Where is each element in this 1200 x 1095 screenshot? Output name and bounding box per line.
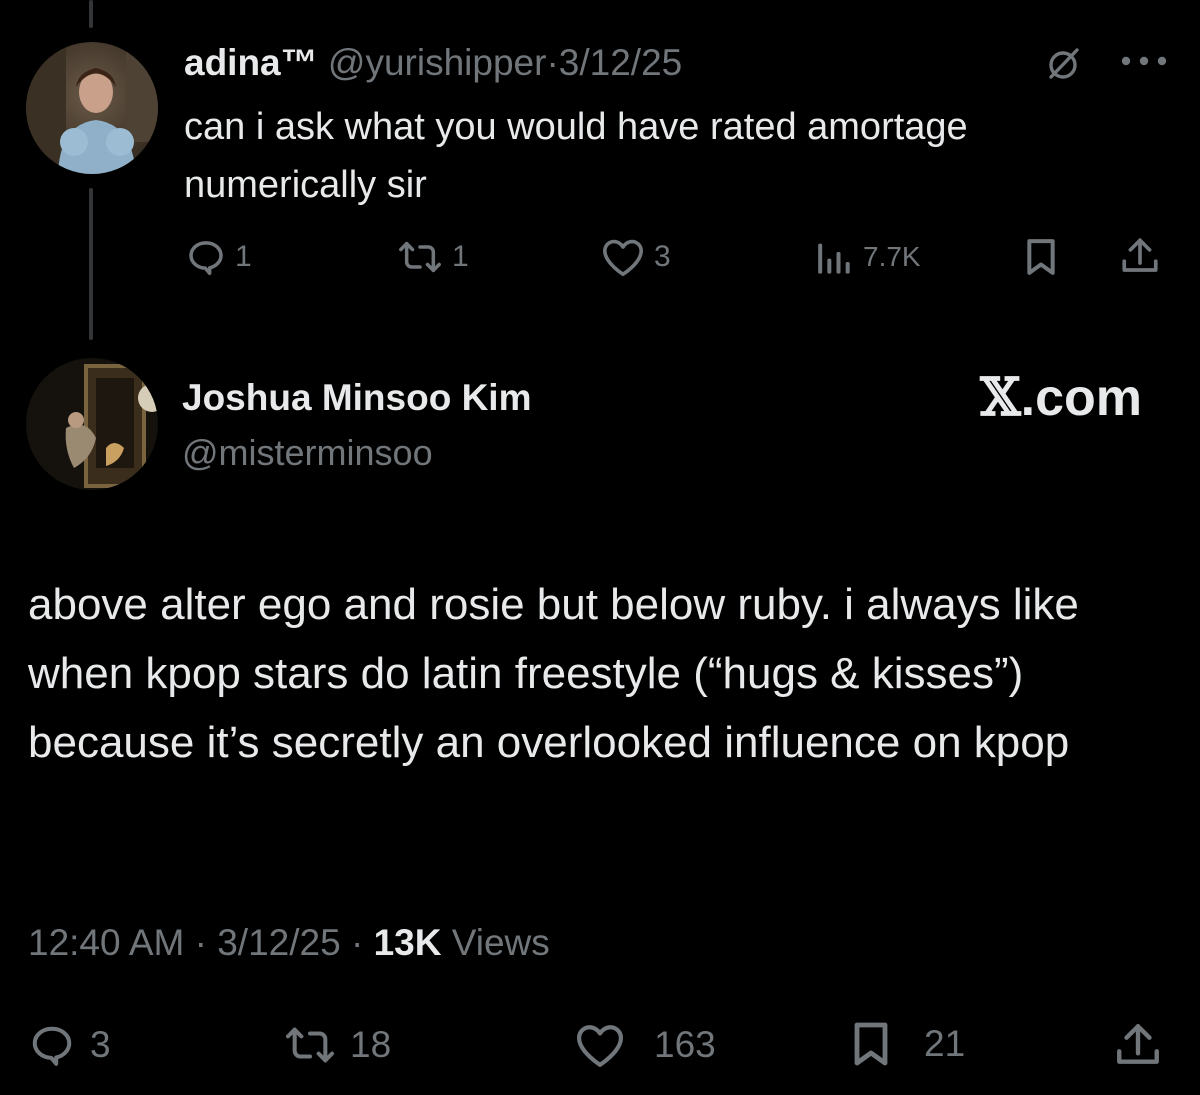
tweet-date[interactable]: 3/12/25 bbox=[217, 922, 340, 963]
x-logo-glyph: 𝕏 bbox=[980, 367, 1021, 428]
repost-icon bbox=[285, 1027, 335, 1063]
bookmark-button[interactable] bbox=[1023, 237, 1059, 277]
views-icon bbox=[818, 243, 850, 274]
share-icon bbox=[1117, 1024, 1159, 1064]
views-label: Views bbox=[451, 922, 550, 963]
tweet-time[interactable]: 12:40 AM bbox=[28, 922, 184, 963]
grok-icon[interactable] bbox=[1043, 44, 1083, 84]
main-handle[interactable]: @misterminsoo bbox=[182, 430, 433, 476]
reply-count: 3 bbox=[90, 1024, 111, 1065]
thread-line-top bbox=[89, 0, 93, 28]
meta-separator: · bbox=[350, 922, 364, 963]
like-count: 163 bbox=[654, 1024, 716, 1065]
reply-separator: · bbox=[546, 42, 559, 83]
more-icon[interactable] bbox=[1118, 52, 1170, 70]
bookmark-count: 21 bbox=[924, 1023, 966, 1064]
reply-text: can i ask what you would have rated amor… bbox=[184, 106, 968, 206]
reply-button[interactable]: 3 bbox=[28, 1022, 111, 1068]
x-logo-suffix: .com bbox=[1020, 369, 1142, 427]
tweet-meta: 12:40 AM · 3/12/25 · 13K Views bbox=[28, 918, 550, 968]
reply-handle[interactable]: @yurishipper bbox=[328, 42, 547, 83]
bookmark-button[interactable]: 21 bbox=[850, 1020, 965, 1068]
share-icon bbox=[1122, 238, 1158, 272]
like-count: 3 bbox=[654, 240, 671, 273]
main-text: above alter ego and rosie but below ruby… bbox=[28, 580, 1079, 767]
repost-count: 1 bbox=[452, 240, 469, 273]
thread-line-bottom bbox=[89, 188, 93, 340]
share-button[interactable] bbox=[1118, 235, 1162, 277]
repost-count: 18 bbox=[350, 1024, 392, 1065]
views-count: 7.7K bbox=[863, 241, 921, 272]
bookmark-icon bbox=[854, 1022, 888, 1066]
like-button[interactable]: 3 bbox=[600, 237, 671, 277]
repost-icon bbox=[399, 241, 441, 273]
avatar[interactable] bbox=[26, 358, 158, 490]
views-button[interactable]: 7.7K bbox=[813, 237, 921, 277]
reply-count: 1 bbox=[235, 240, 252, 273]
bookmark-icon bbox=[1027, 239, 1055, 275]
like-button[interactable]: 163 bbox=[572, 1022, 716, 1068]
reply-header: adina™ @yurishipper·3/12/25 bbox=[184, 40, 682, 86]
reply-icon bbox=[32, 1026, 72, 1066]
repost-button[interactable]: 1 bbox=[396, 237, 469, 277]
reply-icon bbox=[189, 241, 223, 276]
like-icon bbox=[576, 1025, 623, 1067]
like-icon bbox=[602, 239, 643, 277]
share-button[interactable] bbox=[1112, 1020, 1164, 1070]
x-logo: 𝕏.com bbox=[980, 366, 1142, 430]
views-count: 13K bbox=[373, 922, 442, 963]
avatar[interactable] bbox=[26, 42, 158, 174]
reply-date[interactable]: 3/12/25 bbox=[559, 42, 682, 83]
reply-button[interactable]: 1 bbox=[185, 237, 252, 277]
meta-separator: · bbox=[194, 922, 207, 963]
reply-display-name[interactable]: adina™ bbox=[184, 42, 318, 83]
main-display-name[interactable]: Joshua Minsoo Kim bbox=[182, 375, 531, 421]
repost-button[interactable]: 18 bbox=[282, 1022, 391, 1068]
